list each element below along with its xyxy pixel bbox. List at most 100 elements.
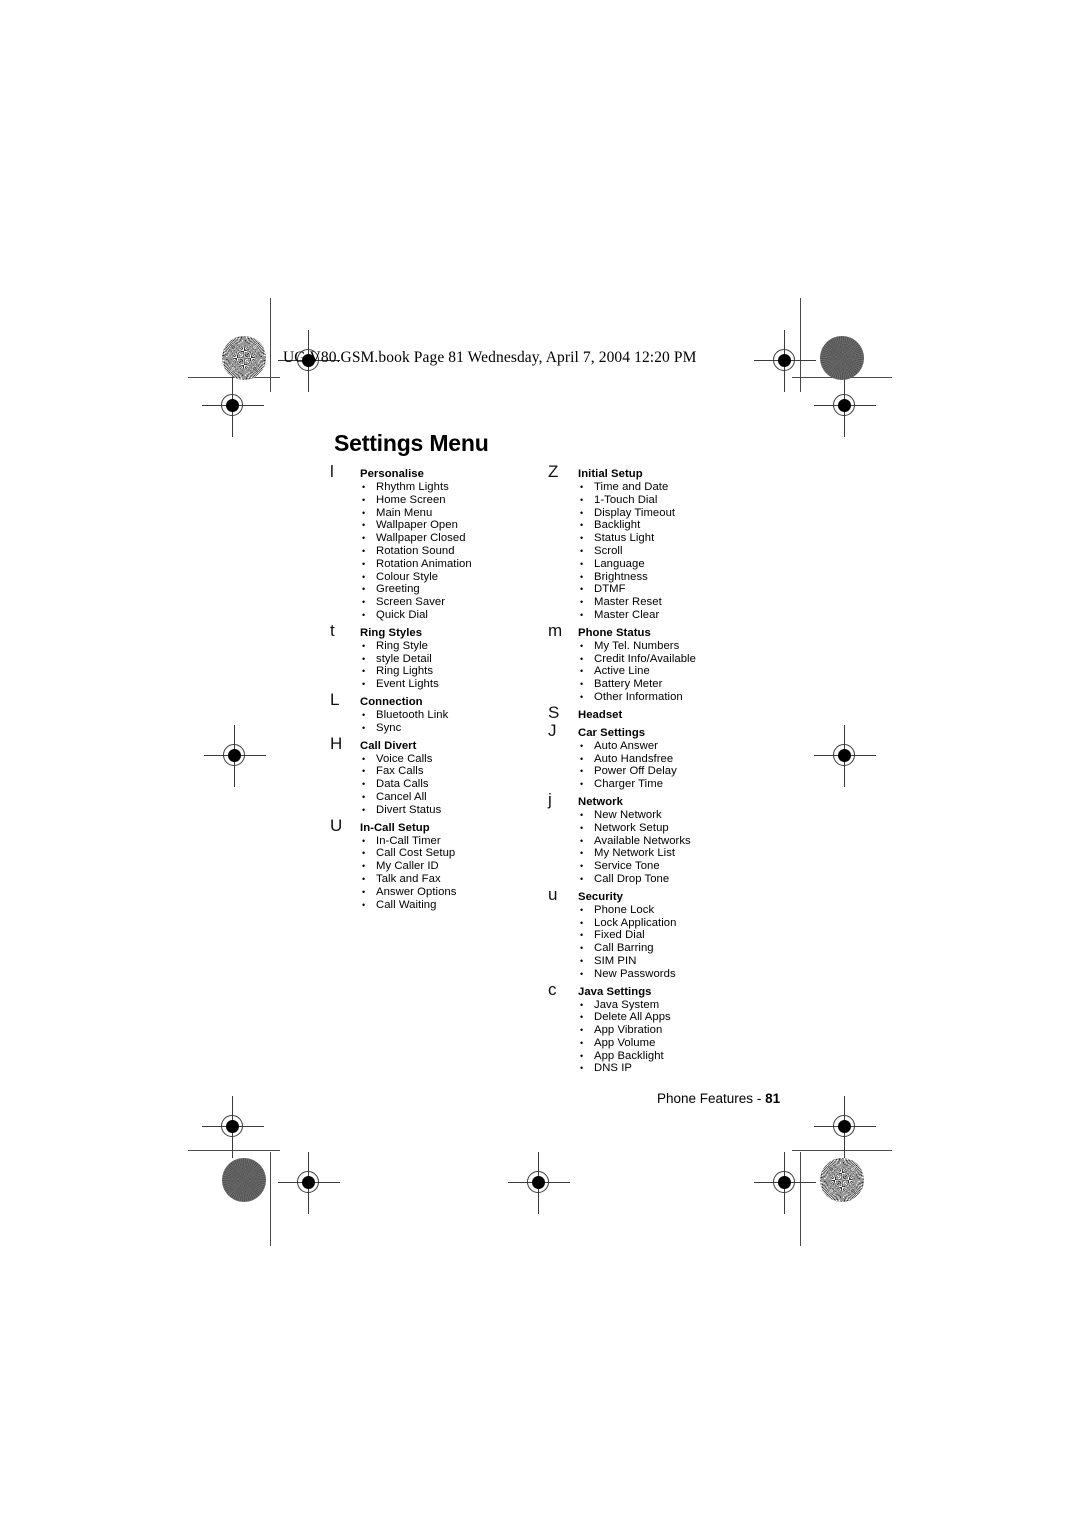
menu-sub-item[interactable]: • Answer Options bbox=[362, 885, 545, 899]
menu-sub-item-label: Time and Date bbox=[594, 481, 669, 493]
menu-sub-item[interactable]: • Network Setup bbox=[580, 821, 788, 835]
menu-sub-item[interactable]: • Cancel All bbox=[362, 791, 545, 804]
menu-sub-list: • Bluetooth Link • Sync bbox=[330, 709, 545, 735]
menu-sub-item[interactable]: • Sync bbox=[362, 722, 545, 735]
menu-group-header[interactable]: u Security bbox=[548, 886, 788, 904]
menu-sub-item[interactable]: • App Volume bbox=[580, 1037, 788, 1050]
menu-sub-item[interactable]: • Display Timeout bbox=[580, 507, 788, 520]
menu-sub-item[interactable]: • My Network List bbox=[580, 847, 788, 860]
bullet-icon: • bbox=[362, 653, 366, 664]
menu-sub-item[interactable]: • SIM PIN bbox=[580, 955, 788, 968]
menu-sub-item[interactable]: • In-Call Timer bbox=[362, 835, 545, 848]
menu-sub-item[interactable]: • Home Screen bbox=[362, 494, 545, 507]
menu-sub-item[interactable]: • Master Reset bbox=[580, 596, 788, 609]
menu-group-header[interactable]: H Call Divert bbox=[330, 735, 545, 753]
menu-sub-item[interactable]: • Ring Lights bbox=[362, 665, 545, 678]
menu-sub-item[interactable]: • Call Cost Setup bbox=[362, 847, 545, 860]
menu-group-header[interactable]: U In-Call Setup bbox=[330, 817, 545, 835]
menu-sub-item[interactable]: • Phone Lock bbox=[580, 904, 788, 917]
menu-sub-item[interactable]: • Call Waiting bbox=[362, 899, 545, 912]
menu-sub-item[interactable]: • 1-Touch Dial bbox=[580, 494, 788, 507]
menu-sub-item[interactable]: • Backlight bbox=[580, 519, 788, 532]
menu-sub-item[interactable]: • Power Off Delay bbox=[580, 765, 788, 778]
menu-sub-item[interactable]: • Auto Handsfree bbox=[580, 753, 788, 766]
menu-group-header[interactable]: Z Initial Setup bbox=[548, 462, 788, 481]
menu-sub-item[interactable]: • Talk and Fax bbox=[362, 873, 545, 886]
menu-sub-item[interactable]: • Language bbox=[580, 558, 788, 571]
menu-group-label: Call Divert bbox=[360, 739, 417, 752]
menu-sub-item[interactable]: • New Network bbox=[580, 809, 788, 822]
personalise-menu-icon: l bbox=[330, 462, 334, 481]
menu-sub-item[interactable]: • Divert Status bbox=[362, 804, 545, 817]
menu-sub-item[interactable]: • Call Drop Tone bbox=[580, 873, 788, 886]
menu-group-label: Java Settings bbox=[578, 985, 652, 998]
menu-group-header[interactable]: c Java Settings bbox=[548, 981, 788, 999]
menu-sub-item[interactable]: • Time and Date bbox=[580, 481, 788, 494]
menu-sub-item[interactable]: • Lock Application bbox=[580, 917, 788, 930]
menu-sub-item[interactable]: • Other Information bbox=[580, 691, 788, 704]
document-header-line: UG.V80.GSM.book Page 81 Wednesday, April… bbox=[283, 349, 697, 366]
menu-sub-item[interactable]: • Wallpaper Closed bbox=[362, 532, 545, 545]
menu-sub-item[interactable]: • My Caller ID bbox=[362, 860, 545, 873]
menu-sub-item-label: Network Setup bbox=[594, 821, 669, 834]
menu-sub-item[interactable]: • App Vibration bbox=[580, 1024, 788, 1037]
menu-sub-item[interactable]: • Event Lights bbox=[362, 678, 545, 691]
menu-sub-item-label: Rotation Sound bbox=[376, 544, 455, 557]
menu-sub-item[interactable]: • My Tel. Numbers bbox=[580, 640, 788, 653]
menu-group-header[interactable]: S Headset bbox=[548, 704, 788, 722]
menu-sub-item[interactable]: • Screen Saver bbox=[362, 596, 545, 609]
initial-setup-menu-icon: Z bbox=[548, 462, 559, 481]
menu-sub-item[interactable]: • Rotation Animation bbox=[362, 558, 545, 571]
menu-sub-item[interactable]: • Credit Info/Available bbox=[580, 653, 788, 666]
menu-sub-item[interactable]: • Wallpaper Open bbox=[362, 519, 545, 532]
menu-group-header[interactable]: j Network bbox=[548, 791, 788, 809]
menu-sub-item[interactable]: • DNS IP bbox=[580, 1062, 788, 1075]
menu-sub-item[interactable]: • Main Menu bbox=[362, 507, 545, 520]
menu-sub-item[interactable]: • App Backlight bbox=[580, 1050, 788, 1063]
menu-sub-item[interactable]: • Ring Style bbox=[362, 640, 545, 653]
menu-sub-item[interactable]: • Call Barring bbox=[580, 942, 788, 955]
menu-sub-item[interactable]: • Available Networks bbox=[580, 835, 788, 848]
menu-sub-item[interactable]: • Rotation Sound bbox=[362, 544, 545, 558]
menu-sub-list: • Rhythm Lights • Home Screen • Main Menu • Wal… bbox=[330, 481, 545, 622]
bullet-icon: • bbox=[580, 533, 584, 544]
menu-sub-item[interactable]: • Greeting bbox=[362, 583, 545, 596]
menu-group-header[interactable]: m Phone Status bbox=[548, 622, 788, 640]
menu-sub-item[interactable]: • Brightness bbox=[580, 571, 788, 584]
menu-group: m Phone Status • My Tel. Numbers • Credit Inf… bbox=[548, 622, 788, 704]
menu-sub-item[interactable]: • Quick Dial bbox=[362, 609, 545, 622]
menu-sub-item[interactable]: • Fixed Dial bbox=[580, 929, 788, 942]
menu-sub-item[interactable]: • Voice Calls bbox=[362, 753, 545, 766]
menu-sub-item[interactable]: • DTMF bbox=[580, 583, 788, 596]
menu-sub-item[interactable]: • Charger Time bbox=[580, 778, 788, 791]
menu-sub-item[interactable]: • Scroll bbox=[580, 545, 788, 558]
menu-sub-item[interactable]: • Status Light bbox=[580, 532, 788, 545]
menu-sub-item[interactable]: • New Passwords bbox=[580, 968, 788, 981]
menu-sub-item[interactable]: • Data Calls bbox=[362, 778, 545, 791]
menu-sub-list: • In-Call Timer • Call Cost Setup • My Caller… bbox=[330, 835, 545, 912]
menu-group-header[interactable]: t Ring Styles bbox=[330, 622, 545, 640]
menu-sub-item[interactable]: • Service Tone bbox=[580, 860, 788, 873]
menu-sub-item-label: Answer Options bbox=[376, 885, 457, 898]
menu-sub-item[interactable]: • Master Clear bbox=[580, 609, 788, 622]
menu-sub-item[interactable]: • Delete All Apps bbox=[580, 1011, 788, 1024]
registration-target-upper-right-outer bbox=[814, 375, 876, 437]
menu-sub-item[interactable]: • Rhythm Lights bbox=[362, 481, 545, 494]
menu-sub-item-label: Event Lights bbox=[376, 678, 439, 691]
menu-group-header[interactable]: l Personalise bbox=[330, 462, 545, 481]
menu-sub-item[interactable]: • Colour Style bbox=[362, 571, 545, 584]
bullet-icon: • bbox=[362, 558, 366, 569]
menu-sub-item[interactable]: • Java System bbox=[580, 999, 788, 1012]
menu-sub-item[interactable]: • Battery Meter bbox=[580, 678, 788, 691]
bullet-icon: • bbox=[580, 653, 584, 664]
menu-sub-item[interactable]: • Auto Answer bbox=[580, 740, 788, 753]
menu-sub-item[interactable]: • Bluetooth Link bbox=[362, 709, 545, 722]
menu-sub-item[interactable]: • style Detail bbox=[362, 653, 545, 666]
print-rosette-bottom-right bbox=[820, 1158, 864, 1202]
menu-group-header[interactable]: L Connection bbox=[330, 691, 545, 709]
menu-sub-item[interactable]: • Active Line bbox=[580, 665, 788, 678]
menu-sub-item[interactable]: • Fax Calls bbox=[362, 765, 545, 778]
bullet-icon: • bbox=[362, 835, 366, 846]
registration-target-middle-left bbox=[204, 725, 266, 787]
menu-group-header[interactable]: J Car Settings bbox=[548, 722, 788, 740]
